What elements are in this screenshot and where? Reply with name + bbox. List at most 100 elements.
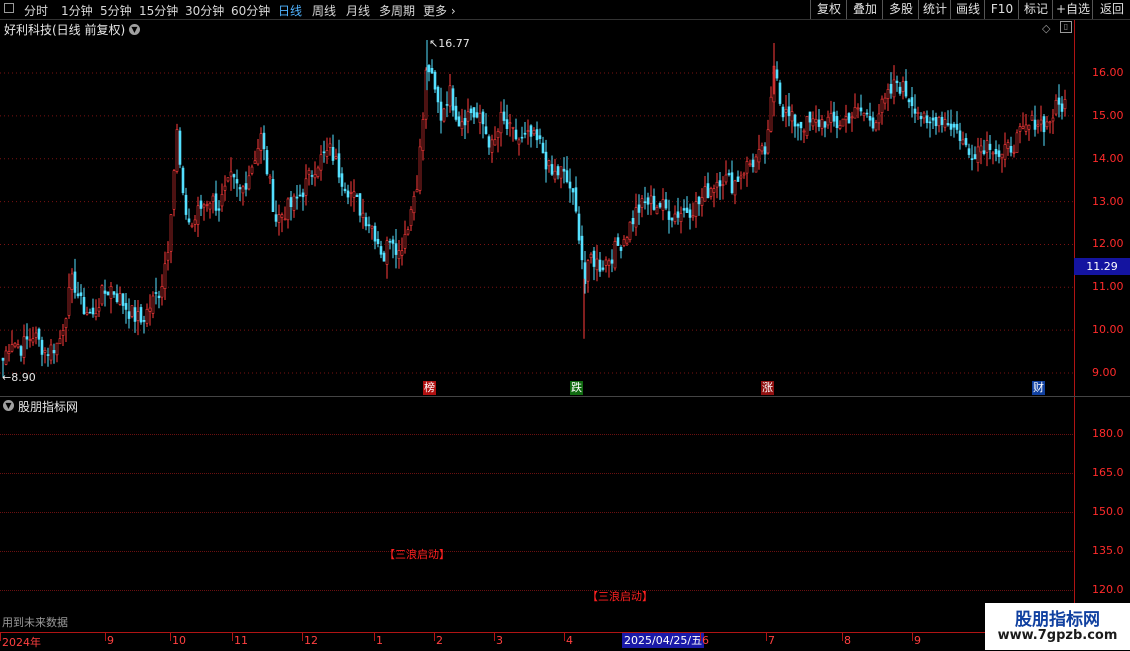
indicator-axis-label: 120.0 xyxy=(1092,583,1124,596)
candle xyxy=(859,94,863,116)
tab-1min[interactable]: 1分钟 xyxy=(61,2,93,19)
candle xyxy=(661,188,665,221)
candle xyxy=(1060,96,1064,120)
candle xyxy=(13,342,17,349)
candle xyxy=(433,70,437,94)
date-tick xyxy=(232,633,233,641)
candle xyxy=(553,158,557,183)
candle xyxy=(70,268,74,304)
tab-5min[interactable]: 5分钟 xyxy=(100,2,132,19)
candle xyxy=(148,294,152,326)
candle xyxy=(397,239,401,269)
draw-line-button[interactable]: 画线 xyxy=(950,0,985,19)
candle xyxy=(883,92,887,110)
indicator-axis-label: 165.0 xyxy=(1092,466,1124,479)
price-label: 11.00 xyxy=(1092,280,1124,293)
candle xyxy=(649,185,653,216)
candle xyxy=(826,110,830,129)
candle xyxy=(730,160,734,195)
candle xyxy=(421,112,425,161)
tab-weekly[interactable]: 周线 xyxy=(312,2,336,19)
candle xyxy=(1003,132,1007,168)
f10-button[interactable]: F10 xyxy=(984,0,1019,19)
date-axis: 2024年 9 10 11 12 1 2 3 4 2025/04/25/五 6 … xyxy=(0,632,1130,651)
diamond-icon[interactable]: ◇ xyxy=(1042,22,1050,35)
tab-30min[interactable]: 30分钟 xyxy=(185,2,224,19)
candle xyxy=(130,305,134,319)
tab-monthly[interactable]: 月线 xyxy=(346,2,370,19)
mark-button[interactable]: 标记 xyxy=(1018,0,1053,19)
candle xyxy=(898,81,902,96)
candle xyxy=(988,135,992,160)
window-menu-icon[interactable] xyxy=(4,3,14,13)
tab-more[interactable]: 更多 › xyxy=(423,2,456,19)
candle xyxy=(979,138,983,165)
back-button[interactable]: 返回 xyxy=(1092,0,1130,19)
candle xyxy=(244,171,248,197)
chevron-down-icon[interactable]: ▼ xyxy=(129,24,140,35)
panel-separator[interactable] xyxy=(0,396,1130,397)
candle xyxy=(922,111,926,124)
candle xyxy=(394,228,398,269)
candle xyxy=(991,150,995,165)
tab-60min[interactable]: 60分钟 xyxy=(231,2,270,19)
candle xyxy=(706,172,710,199)
candle xyxy=(691,202,695,221)
candle xyxy=(496,128,500,153)
candle xyxy=(511,126,515,142)
candlestick-chart[interactable] xyxy=(0,38,1074,395)
event-marker-finance[interactable]: 财 xyxy=(1032,381,1045,395)
candle xyxy=(895,75,899,92)
date-label: 10 xyxy=(172,634,186,647)
date-label: 12 xyxy=(304,634,318,647)
chevron-right-icon: › xyxy=(447,4,456,18)
candle xyxy=(439,87,443,134)
tab-15min[interactable]: 15分钟 xyxy=(139,2,178,19)
tab-multi-period[interactable]: 多周期 xyxy=(379,2,415,19)
add-favorite-button[interactable]: +自选 xyxy=(1052,0,1093,19)
layout-toggle-icon[interactable]: ▯ xyxy=(1060,21,1072,33)
multi-stock-button[interactable]: 多股 xyxy=(882,0,919,19)
candle xyxy=(367,216,371,234)
candle xyxy=(577,206,581,245)
candle xyxy=(316,165,320,179)
candle xyxy=(892,65,896,105)
candle xyxy=(1036,119,1040,134)
date-tick xyxy=(302,633,303,641)
event-marker-fall[interactable]: 跌 xyxy=(570,381,583,395)
date-tick xyxy=(494,633,495,641)
tab-daily[interactable]: 日线 xyxy=(278,2,302,19)
chevron-down-icon[interactable]: ▼ xyxy=(3,400,14,411)
candle xyxy=(973,146,977,160)
event-marker-rise[interactable]: 涨 xyxy=(761,381,774,395)
candle xyxy=(10,330,14,353)
candle xyxy=(604,256,608,273)
candle xyxy=(1063,89,1067,117)
event-marker-ranking[interactable]: 榜 xyxy=(423,381,436,395)
candle xyxy=(751,153,755,173)
candle xyxy=(280,212,284,233)
candle xyxy=(196,196,200,238)
candle xyxy=(253,150,257,164)
candle xyxy=(1030,110,1034,121)
watermark-brand: 股朋指标网 xyxy=(1015,610,1100,630)
overlay-button[interactable]: 叠加 xyxy=(846,0,883,19)
candle xyxy=(568,168,572,203)
candle xyxy=(475,102,479,119)
candle xyxy=(403,220,407,254)
statistics-button[interactable]: 统计 xyxy=(918,0,951,19)
tab-fenshi[interactable]: 分时 xyxy=(24,2,48,19)
chart-title: 好利科技(日线 前复权) xyxy=(4,23,126,37)
candle xyxy=(325,137,329,164)
candle xyxy=(871,111,875,132)
candle xyxy=(43,347,47,364)
candle xyxy=(610,249,614,273)
candle xyxy=(1042,114,1046,146)
candle xyxy=(700,188,704,217)
candle xyxy=(493,126,497,146)
candle xyxy=(481,109,485,139)
candle xyxy=(835,110,839,139)
restore-rights-button[interactable]: 复权 xyxy=(810,0,847,19)
candle xyxy=(997,144,1001,164)
candle xyxy=(850,111,854,132)
